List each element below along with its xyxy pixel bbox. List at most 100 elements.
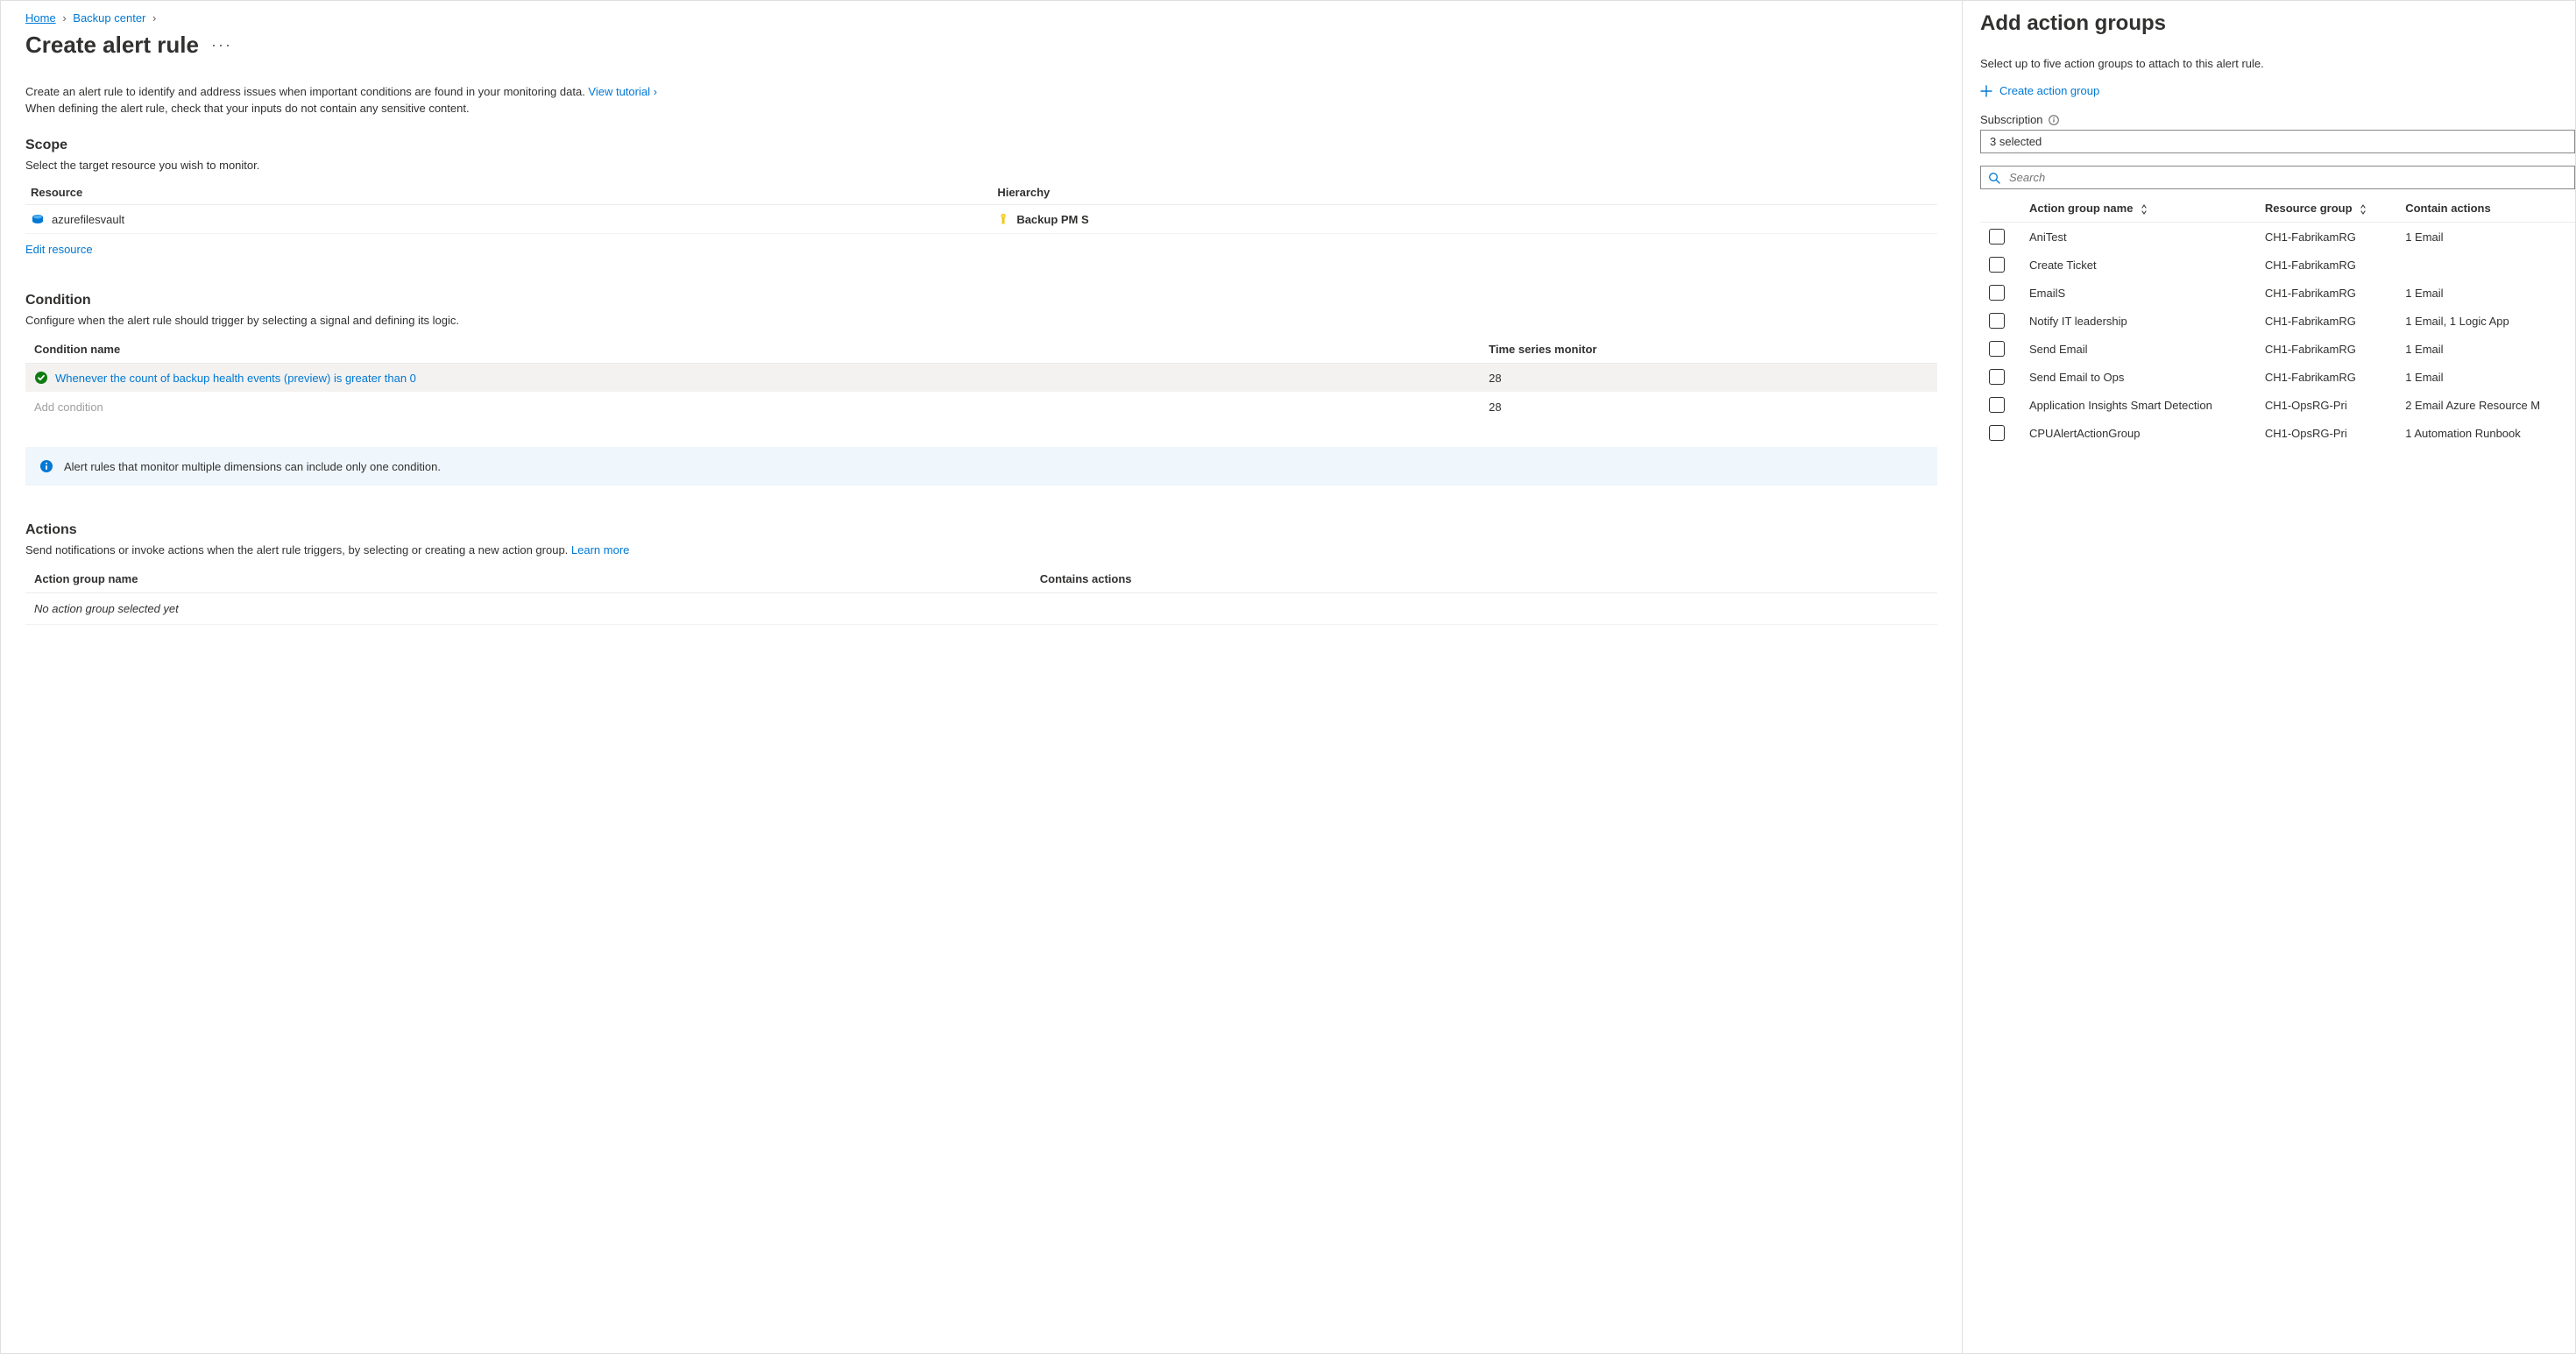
subscription-label: Subscription [1980, 113, 2575, 126]
no-action-group-row: No action group selected yet [25, 593, 1937, 625]
ag-name: AniTest [2020, 223, 2256, 252]
ag-actions: 1 Email [2396, 279, 2575, 307]
ag-name: EmailS [2020, 279, 2256, 307]
condition-ts-value: 28 [1480, 364, 1937, 393]
ag-actions: 1 Automation Runbook [2396, 419, 2575, 447]
action-groups-table: Action group name Resource group Contain… [1980, 196, 2575, 447]
info-banner: Alert rules that monitor multiple dimens… [25, 447, 1937, 486]
create-action-group-button[interactable]: Create action group [1980, 84, 2099, 97]
scope-row: azurefilesvault Backup PM S [25, 205, 1937, 234]
action-group-row[interactable]: Send EmailCH1-FabrikamRG1 Email [1980, 335, 2575, 363]
action-group-row[interactable]: EmailSCH1-FabrikamRG1 Email [1980, 279, 2575, 307]
ag-rg: CH1-FabrikamRG [2256, 279, 2396, 307]
col-ag-name[interactable]: Action group name [2020, 196, 2256, 223]
sort-icon[interactable] [2140, 204, 2148, 215]
actions-table: Action group name Contains actions No ac… [25, 565, 1937, 625]
row-checkbox[interactable] [1989, 229, 2005, 245]
action-group-row[interactable]: CPUAlertActionGroupCH1-OpsRG-Pri1 Automa… [1980, 419, 2575, 447]
breadcrumb-home[interactable]: Home [25, 11, 56, 25]
ag-rg: CH1-FabrikamRG [2256, 251, 2396, 279]
col-condition-name: Condition name [25, 336, 1480, 364]
resource-name: azurefilesvault [52, 213, 124, 226]
condition-name-link[interactable]: Whenever the count of backup health even… [55, 372, 416, 385]
search-input[interactable] [2007, 170, 2567, 185]
hierarchy-label: Backup PM S [1016, 213, 1088, 226]
ag-name: Send Email to Ops [2020, 363, 2256, 391]
page-title: Create alert rule [25, 32, 199, 59]
condition-sub: Configure when the alert rule should tri… [25, 314, 1937, 327]
action-group-row[interactable]: AniTestCH1-FabrikamRG1 Email [1980, 223, 2575, 252]
main-content: Home › Backup center › Create alert rule… [1, 1, 1962, 1353]
ag-name: Application Insights Smart Detection [2020, 391, 2256, 419]
ag-name: CPUAlertActionGroup [2020, 419, 2256, 447]
edit-resource-link[interactable]: Edit resource [25, 243, 93, 256]
intro-line-2: When defining the alert rule, check that… [25, 102, 1937, 115]
col-select [1980, 196, 2020, 223]
row-checkbox[interactable] [1989, 313, 2005, 329]
row-checkbox[interactable] [1989, 285, 2005, 301]
ag-actions: 1 Email [2396, 223, 2575, 252]
chevron-right-icon: › [62, 11, 66, 25]
condition-row[interactable]: Whenever the count of backup health even… [25, 364, 1937, 393]
ag-actions: 1 Email, 1 Logic App [2396, 307, 2575, 335]
actions-sub: Send notifications or invoke actions whe… [25, 543, 1937, 556]
ag-rg: CH1-OpsRG-Pri [2256, 391, 2396, 419]
ag-actions: 1 Email [2396, 335, 2575, 363]
breadcrumb: Home › Backup center › [25, 11, 1937, 25]
info-icon[interactable] [2049, 115, 2059, 125]
scope-sub: Select the target resource you wish to m… [25, 159, 1937, 172]
actions-heading: Actions [25, 522, 1937, 538]
condition-table: Condition name Time series monitor Whene… [25, 336, 1937, 422]
add-action-groups-panel: Add action groups Select up to five acti… [1962, 1, 2575, 1353]
ag-rg: CH1-FabrikamRG [2256, 307, 2396, 335]
ag-name: Create Ticket [2020, 251, 2256, 279]
search-box[interactable] [1980, 166, 2575, 189]
add-condition-row[interactable]: Add condition 28 [25, 392, 1937, 422]
col-contains-actions: Contains actions [1031, 565, 1937, 593]
chevron-right-icon: › [152, 11, 156, 25]
action-group-row[interactable]: Create TicketCH1-FabrikamRG [1980, 251, 2575, 279]
action-group-row[interactable]: Send Email to OpsCH1-FabrikamRG1 Email [1980, 363, 2575, 391]
panel-sub: Select up to five action groups to attac… [1980, 57, 2575, 70]
sort-icon[interactable] [2359, 204, 2367, 215]
ag-rg: CH1-OpsRG-Pri [2256, 419, 2396, 447]
check-circle-icon [34, 371, 48, 385]
action-group-row[interactable]: Notify IT leadershipCH1-FabrikamRG1 Emai… [1980, 307, 2575, 335]
col-time-series: Time series monitor [1480, 336, 1937, 364]
ag-rg: CH1-FabrikamRG [2256, 335, 2396, 363]
col-resource-group[interactable]: Resource group [2256, 196, 2396, 223]
key-icon [997, 213, 1009, 225]
ag-actions: 1 Email [2396, 363, 2575, 391]
row-checkbox[interactable] [1989, 257, 2005, 273]
panel-title: Add action groups [1980, 11, 2575, 36]
col-action-group-name: Action group name [25, 565, 1031, 593]
actions-learn-more-link[interactable]: Learn more [571, 543, 629, 556]
info-banner-text: Alert rules that monitor multiple dimens… [64, 460, 441, 473]
scope-heading: Scope [25, 138, 1937, 153]
ag-rg: CH1-FabrikamRG [2256, 223, 2396, 252]
view-tutorial-link[interactable]: View tutorial › [588, 85, 657, 98]
scope-table: Resource Hierarchy azurefilesvault [25, 181, 1937, 234]
add-condition-label[interactable]: Add condition [25, 392, 1480, 422]
search-icon [1988, 172, 2000, 184]
subscription-dropdown[interactable]: 3 selected [1980, 130, 2575, 153]
more-icon[interactable]: ··· [211, 36, 232, 54]
add-condition-ts: 28 [1480, 392, 1937, 422]
row-checkbox[interactable] [1989, 341, 2005, 357]
intro-line-1: Create an alert rule to identify and add… [25, 85, 1937, 98]
ag-rg: CH1-FabrikamRG [2256, 363, 2396, 391]
row-checkbox[interactable] [1989, 397, 2005, 413]
action-group-row[interactable]: Application Insights Smart DetectionCH1-… [1980, 391, 2575, 419]
plus-icon [1980, 85, 1992, 97]
col-contain-actions: Contain actions [2396, 196, 2575, 223]
no-action-group-text: No action group selected yet [25, 593, 1937, 625]
ag-name: Send Email [2020, 335, 2256, 363]
row-checkbox[interactable] [1989, 425, 2005, 441]
col-hierarchy: Hierarchy [992, 181, 1937, 205]
ag-actions: 2 Email Azure Resource M [2396, 391, 2575, 419]
breadcrumb-backup-center[interactable]: Backup center [73, 11, 145, 25]
ag-name: Notify IT leadership [2020, 307, 2256, 335]
ag-actions [2396, 251, 2575, 279]
info-icon [39, 459, 53, 473]
row-checkbox[interactable] [1989, 369, 2005, 385]
